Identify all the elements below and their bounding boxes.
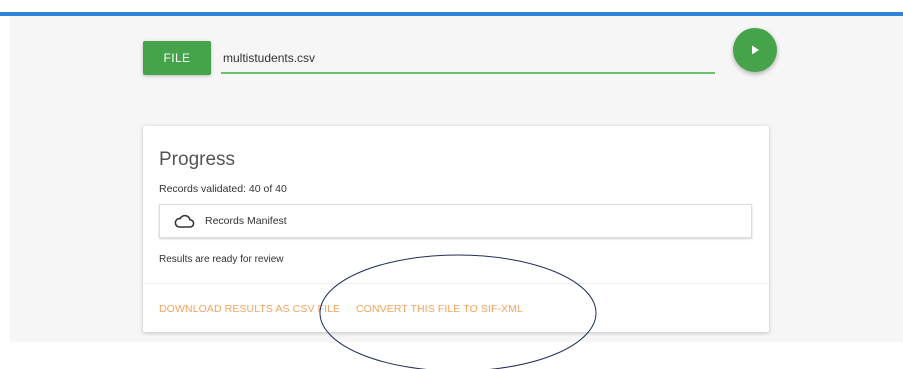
file-button[interactable]: FILE <box>143 41 211 75</box>
play-icon <box>752 45 759 55</box>
page: FILE multistudents.csv Progress Records … <box>0 0 903 369</box>
cloud-icon <box>174 214 195 228</box>
progress-title: Progress <box>159 149 236 170</box>
progress-card: Progress Records validated: 40 of 40 Rec… <box>143 126 769 332</box>
download-csv-link[interactable]: DOWNLOAD RESULTS AS CSV FILE <box>159 303 340 315</box>
records-validated-text: Records validated: 40 of 40 <box>159 183 287 195</box>
results-status-text: Results are ready for review <box>159 254 284 265</box>
records-manifest-item[interactable]: Records Manifest <box>159 204 752 238</box>
filename-field[interactable]: multistudents.csv <box>221 42 715 74</box>
records-manifest-label: Records Manifest <box>205 215 287 227</box>
convert-sif-xml-link[interactable]: CONVERT THIS FILE TO SIF-XML <box>356 303 523 315</box>
card-divider <box>143 283 769 284</box>
run-button[interactable] <box>733 28 777 72</box>
